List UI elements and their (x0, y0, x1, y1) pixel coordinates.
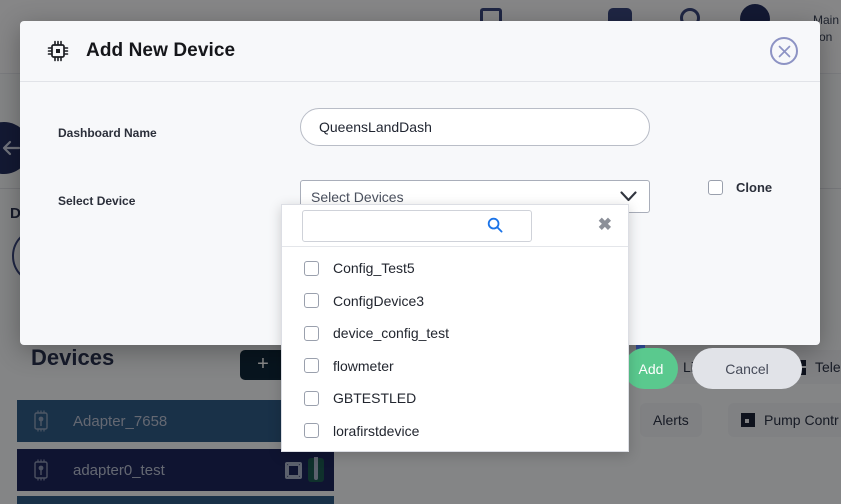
list-item[interactable]: device_config_test (282, 317, 628, 350)
device-checkbox[interactable] (304, 423, 319, 438)
device-checkbox[interactable] (304, 391, 319, 406)
modal-actions: Add Cancel (624, 348, 802, 389)
device-checkbox[interactable] (304, 293, 319, 308)
select-device-label: Select Device (58, 194, 135, 208)
chevron-down-icon (620, 191, 637, 202)
list-item[interactable]: flowmeter (282, 350, 628, 383)
clone-option[interactable]: Clone (708, 180, 772, 195)
device-option-label: Config_Test5 (333, 260, 415, 276)
device-checkbox[interactable] (304, 358, 319, 373)
page-title: Add New Device (86, 40, 235, 62)
dashboard-name-label: Dashboard Name (58, 126, 157, 140)
add-button[interactable]: Add (624, 348, 678, 389)
microchip-icon (46, 39, 70, 63)
device-checkbox[interactable] (304, 261, 319, 276)
close-x-glyph (778, 45, 791, 58)
device-checkbox[interactable] (304, 326, 319, 341)
clone-checkbox[interactable] (708, 180, 723, 195)
close-icon[interactable] (770, 37, 798, 65)
device-option-label: lorafirstdevice (333, 423, 419, 439)
device-option-label: flowmeter (333, 358, 394, 374)
device-option-label: ConfigDevice3 (333, 293, 424, 309)
clone-label: Clone (736, 180, 772, 195)
list-item[interactable]: GBTESTLED (282, 382, 628, 415)
list-item[interactable]: Config_Test5 (282, 252, 628, 285)
device-select-dropdown-panel: ✖ Config_Test5 ConfigDevice3 device_conf… (281, 204, 629, 452)
modal-header: Add New Device (20, 21, 820, 82)
dashboard-name-input[interactable] (300, 108, 650, 146)
select-device-value: Select Devices (311, 189, 404, 205)
clear-search-icon[interactable]: ✖ (598, 215, 612, 235)
device-option-label: device_config_test (333, 325, 449, 341)
list-item[interactable]: lorafirstdevice (282, 415, 628, 448)
search-icon[interactable] (487, 217, 503, 233)
dropdown-search-bar: ✖ (282, 205, 628, 247)
device-checkbox-list: Config_Test5 ConfigDevice3 device_config… (282, 247, 628, 447)
list-item[interactable]: ConfigDevice3 (282, 285, 628, 318)
device-option-label: GBTESTLED (333, 390, 416, 406)
cancel-button[interactable]: Cancel (692, 348, 802, 389)
